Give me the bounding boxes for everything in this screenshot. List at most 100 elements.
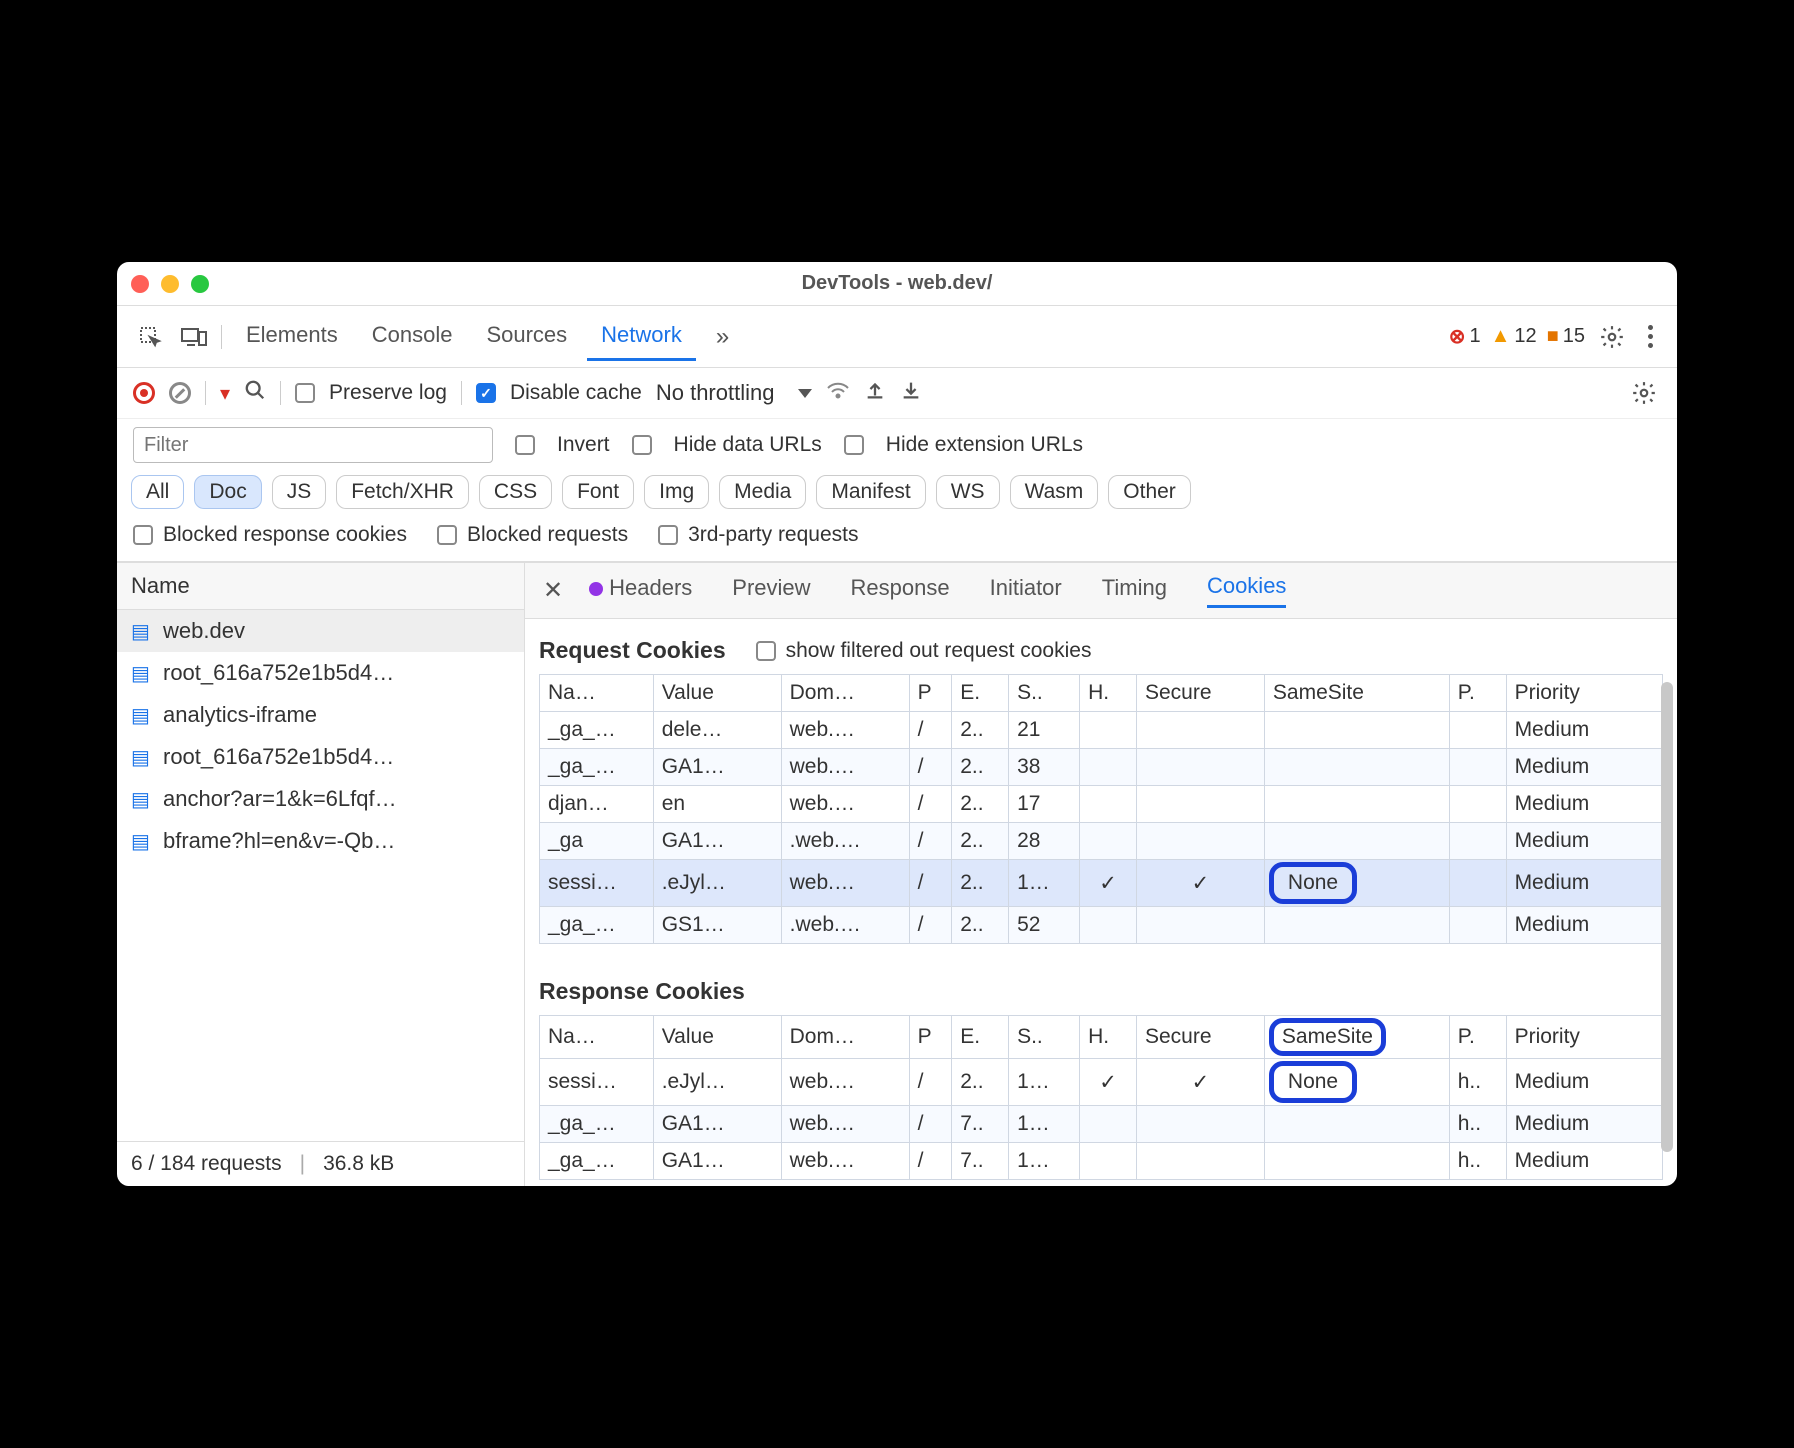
blocked-cookies-label: Blocked response cookies: [163, 523, 407, 547]
upload-har-icon[interactable]: [864, 379, 886, 407]
document-icon: ▤: [131, 619, 153, 644]
invert-label: Invert: [557, 433, 610, 457]
hide-extension-urls-checkbox[interactable]: [844, 435, 864, 455]
col-header[interactable]: S..: [1009, 1016, 1080, 1059]
request-row[interactable]: ▤web.dev: [117, 610, 524, 652]
download-har-icon[interactable]: [900, 379, 922, 407]
col-header[interactable]: E.: [952, 1016, 1009, 1059]
cookie-row[interactable]: _ga_…GS1….web.…/2..52Medium: [540, 907, 1663, 944]
chip-other[interactable]: Other: [1108, 475, 1191, 509]
filter-input[interactable]: [133, 427, 493, 463]
request-row[interactable]: ▤root_616a752e1b5d4…: [117, 736, 524, 778]
request-row[interactable]: ▤root_616a752e1b5d4…: [117, 652, 524, 694]
cookie-row[interactable]: djan…enweb.…/2..17Medium: [540, 786, 1663, 823]
document-icon: ▤: [131, 745, 153, 770]
cookie-row[interactable]: _ga_…GA1…web.…/2..38Medium: [540, 749, 1663, 786]
cookie-row[interactable]: _ga_…dele…web.…/2..21Medium: [540, 712, 1663, 749]
network-conditions-icon[interactable]: [826, 380, 850, 406]
tab-network[interactable]: Network: [587, 312, 696, 361]
col-header[interactable]: P.: [1449, 1016, 1506, 1059]
issues-badge[interactable]: ■ 15: [1547, 325, 1585, 348]
settings-gear-icon[interactable]: [1595, 320, 1629, 354]
detail-tab-preview[interactable]: Preview: [732, 575, 810, 607]
detail-tab-cookies[interactable]: Cookies: [1207, 573, 1286, 608]
hide-data-urls-label: Hide data URLs: [674, 433, 822, 457]
col-header[interactable]: E.: [952, 675, 1009, 712]
col-header[interactable]: P: [909, 675, 952, 712]
detail-tab-headers[interactable]: Headers: [589, 575, 692, 607]
clear-button[interactable]: [169, 382, 191, 404]
invert-checkbox[interactable]: [515, 435, 535, 455]
col-header[interactable]: Value: [653, 675, 781, 712]
more-tabs-button[interactable]: »: [706, 323, 739, 351]
cookie-row[interactable]: sessi….eJyl…web.…/2..1…✓✓NoneMedium: [540, 860, 1663, 907]
record-button[interactable]: [133, 382, 155, 404]
request-row[interactable]: ▤anchor?ar=1&k=6Lfqf…: [117, 778, 524, 820]
col-header[interactable]: Value: [653, 1016, 781, 1059]
chip-img[interactable]: Img: [644, 475, 709, 509]
col-header[interactable]: Dom…: [781, 1016, 909, 1059]
col-header[interactable]: Dom…: [781, 675, 909, 712]
chip-doc[interactable]: Doc: [194, 475, 261, 509]
col-header[interactable]: Priority: [1506, 1016, 1662, 1059]
col-header[interactable]: P.: [1449, 675, 1506, 712]
chip-all[interactable]: All: [131, 475, 184, 509]
col-header[interactable]: Secure: [1136, 675, 1264, 712]
more-options-menu[interactable]: [1639, 325, 1661, 348]
cookie-row[interactable]: _gaGA1….web.…/2..28Medium: [540, 823, 1663, 860]
preserve-log-label: Preserve log: [329, 381, 447, 405]
tab-elements[interactable]: Elements: [232, 312, 352, 361]
col-header[interactable]: H.: [1080, 675, 1137, 712]
blocked-requests-checkbox[interactable]: [437, 525, 457, 545]
filter-row: Invert Hide data URLs Hide extension URL…: [117, 419, 1677, 471]
throttling-select[interactable]: No throttling: [656, 380, 813, 406]
col-header[interactable]: Secure: [1136, 1016, 1264, 1059]
hide-data-urls-checkbox[interactable]: [632, 435, 652, 455]
detail-tab-timing[interactable]: Timing: [1102, 575, 1167, 607]
preserve-log-checkbox[interactable]: [295, 383, 315, 403]
col-header[interactable]: SameSite: [1264, 675, 1449, 712]
document-icon: ▤: [131, 661, 153, 686]
request-row[interactable]: ▤analytics-iframe: [117, 694, 524, 736]
col-header[interactable]: Priority: [1506, 675, 1662, 712]
chip-media[interactable]: Media: [719, 475, 806, 509]
chip-js[interactable]: JS: [272, 475, 327, 509]
col-header[interactable]: SameSite: [1264, 1016, 1449, 1059]
chip-font[interactable]: Font: [562, 475, 634, 509]
filter-toggle-icon[interactable]: ▾: [220, 381, 230, 406]
vertical-scrollbar[interactable]: [1661, 682, 1673, 1152]
col-header[interactable]: Na…: [540, 675, 654, 712]
disable-cache-checkbox[interactable]: [476, 383, 496, 403]
network-settings-gear-icon[interactable]: [1627, 376, 1661, 410]
request-cookies-title: Request Cookies: [539, 637, 726, 664]
col-header[interactable]: Na…: [540, 1016, 654, 1059]
chip-fetch-xhr[interactable]: Fetch/XHR: [336, 475, 469, 509]
col-header[interactable]: P: [909, 1016, 952, 1059]
chip-wasm[interactable]: Wasm: [1010, 475, 1099, 509]
col-header[interactable]: H.: [1080, 1016, 1137, 1059]
request-row[interactable]: ▤bframe?hl=en&v=-Qb…: [117, 820, 524, 862]
show-filtered-cookies-checkbox[interactable]: [756, 641, 776, 661]
chip-manifest[interactable]: Manifest: [816, 475, 925, 509]
col-header[interactable]: S..: [1009, 675, 1080, 712]
detail-tab-response[interactable]: Response: [851, 575, 950, 607]
search-icon[interactable]: [244, 379, 266, 407]
document-icon: ▤: [131, 829, 153, 854]
detail-tab-initiator[interactable]: Initiator: [990, 575, 1062, 607]
tab-console[interactable]: Console: [358, 312, 467, 361]
tab-sources[interactable]: Sources: [472, 312, 581, 361]
inspect-element-icon[interactable]: [133, 320, 167, 354]
chip-ws[interactable]: WS: [936, 475, 1000, 509]
cookie-row[interactable]: _ga_…GA1…web.…/7..1…h..Medium: [540, 1106, 1663, 1143]
window-title: DevTools - web.dev/: [117, 272, 1677, 295]
blocked-cookies-checkbox[interactable]: [133, 525, 153, 545]
device-toggle-icon[interactable]: [177, 320, 211, 354]
chip-css[interactable]: CSS: [479, 475, 552, 509]
cookie-row[interactable]: _ga_…GA1…web.…/7..1…h..Medium: [540, 1143, 1663, 1180]
errors-badge[interactable]: ⊗ 1: [1449, 324, 1481, 349]
show-filtered-cookies-label: show filtered out request cookies: [786, 639, 1092, 663]
cookie-row[interactable]: sessi….eJyl…web.…/2..1…✓✓Noneh..Medium: [540, 1059, 1663, 1106]
close-detail-icon[interactable]: ✕: [543, 576, 563, 605]
third-party-checkbox[interactable]: [658, 525, 678, 545]
warnings-badge[interactable]: ▲ 12: [1491, 325, 1537, 348]
